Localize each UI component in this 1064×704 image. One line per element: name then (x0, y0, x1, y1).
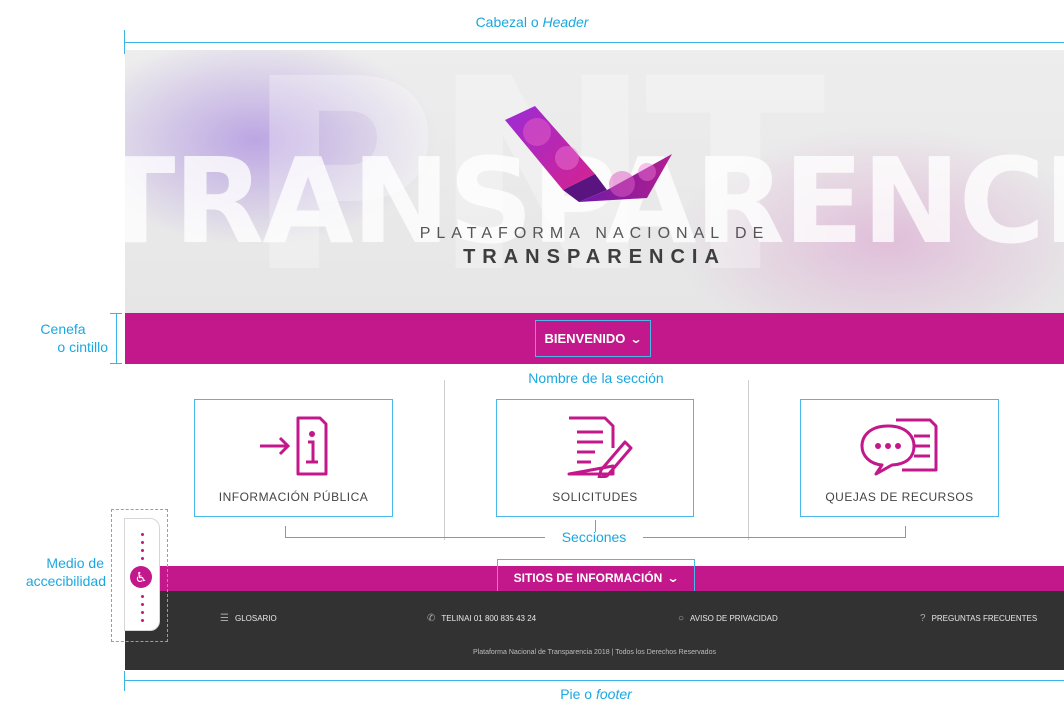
footer-link-label: AVISO DE PRIVACIDAD (690, 614, 778, 623)
cenefa-annotation: Cenefa o cintillo (0, 320, 108, 356)
section-name-annotation: Nombre de la sección (528, 370, 664, 386)
section-label: SOLICITUDES (552, 490, 638, 504)
copyright-text: Plataforma Nacional de Transparencia 201… (473, 649, 716, 656)
accessibility-annotation-line-1: Medio de (46, 555, 104, 571)
section-divider (748, 380, 749, 540)
cenefa-annotation-line-1: Cenefa (40, 321, 86, 337)
header-annotation: Cabezal o Header (0, 14, 1064, 30)
info-document-icon (259, 416, 327, 476)
section-card-solicitudes[interactable]: SOLICITUDES (496, 399, 694, 517)
sites-label: SITIOS DE INFORMACIÓN (513, 571, 663, 585)
cenefa-bracket-line (116, 313, 117, 364)
cenefa-bracket-top (110, 313, 122, 314)
accessibility-annotation-line-2: accecibilidad (25, 573, 106, 589)
sections-bracket-line-right (643, 537, 905, 538)
site-footer: ☰ GLOSARIO ✆ TELINAI 01 800 835 43 24 ○ … (125, 591, 1064, 670)
header-annotation-text: Cabezal o (475, 14, 543, 30)
question-icon: ? (920, 613, 926, 624)
glossary-icon: ☰ (220, 613, 229, 624)
phone-icon: ✆ (427, 613, 436, 624)
sections-bracket-tick-right (905, 526, 906, 538)
footer-link-label: PREGUNTAS FRECUENTES (931, 614, 1038, 623)
sections-annotation: Secciones (561, 529, 627, 545)
pnt-logo-icon[interactable] (497, 102, 677, 217)
section-divider (444, 380, 445, 540)
cenefa-bracket-bottom (110, 363, 122, 364)
section-card-informacion-publica[interactable]: INFORMACIÓN PÚBLICA (194, 399, 393, 517)
section-label: INFORMACIÓN PÚBLICA (218, 490, 369, 504)
footer-annotation: Pie o footer (497, 686, 695, 702)
accessibility-annotation-frame (111, 509, 168, 642)
footer-annotation-text: Pie o (560, 686, 596, 702)
site-header: PNT TRANSPARENCIA PLATAFORMA NACIONAL DE… (125, 50, 1064, 313)
document-pencil-icon (567, 416, 633, 478)
footer-bracket-tick (124, 671, 125, 691)
welcome-dropdown-button[interactable]: BIENVENIDO ⌄ (535, 320, 651, 357)
logo-line-1: PLATAFORMA NACIONAL DE (419, 225, 770, 242)
footer-link-label: TELINAI 01 800 835 43 24 (441, 614, 537, 623)
footer-link-label: GLOSARIO (234, 614, 277, 623)
header-annotation-em: Header (542, 14, 589, 30)
header-bracket-line (124, 42, 1064, 43)
footer-link-glosario[interactable]: ☰ GLOSARIO (220, 613, 277, 624)
footer-bracket-line (124, 680, 1064, 681)
section-label: QUEJAS DE RECURSOS (825, 490, 974, 504)
footer-annotation-em: footer (596, 686, 632, 702)
section-card-quejas-de-recursos[interactable]: QUEJAS DE RECURSOS (800, 399, 999, 517)
chat-document-icon (860, 418, 937, 476)
sections-bracket-line-left (285, 537, 545, 538)
chevron-down-icon: ⌄ (666, 571, 680, 585)
footer-link-telinai[interactable]: ✆ TELINAI 01 800 835 43 24 (427, 613, 536, 624)
accessibility-annotation: Medio de accecibilidad (0, 554, 106, 590)
logo-line-2: TRANSPARENCIA (463, 246, 726, 268)
footer-link-preguntas-frecuentes[interactable]: ? PREGUNTAS FRECUENTES (920, 613, 1037, 624)
lock-icon: ○ (678, 613, 685, 624)
cenefa-annotation-line-2: o cintillo (57, 339, 108, 355)
welcome-label: BIENVENIDO (544, 331, 626, 346)
footer-link-aviso-de-privacidad[interactable]: ○ AVISO DE PRIVACIDAD (678, 613, 778, 624)
chevron-down-icon: ⌄ (629, 331, 643, 346)
